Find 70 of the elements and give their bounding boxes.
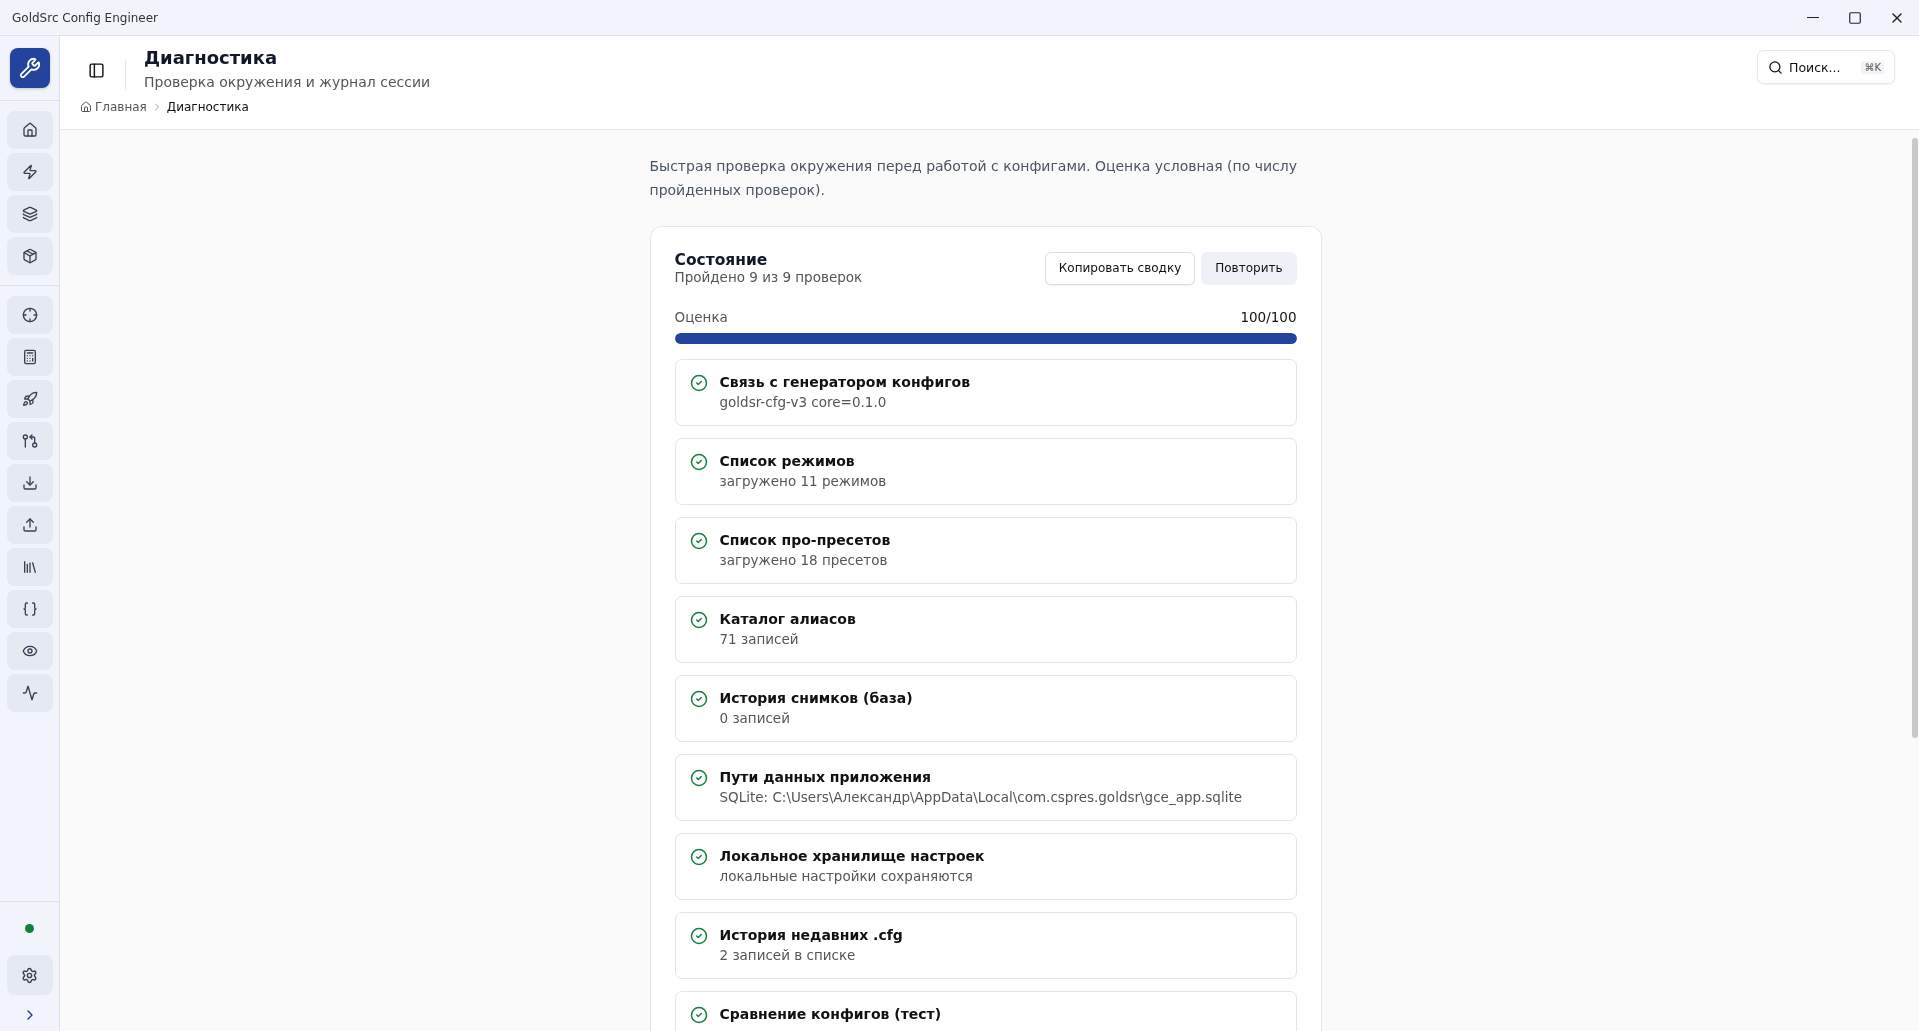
breadcrumb-label: Главная <box>95 100 147 114</box>
library-nav-button[interactable] <box>6 548 53 586</box>
check-title: Локальное хранилище настроек <box>719 848 985 864</box>
lightning-nav-button[interactable] <box>6 153 53 191</box>
eye-nav-button[interactable] <box>6 632 53 670</box>
crosshair-icon <box>21 307 38 323</box>
home-icon <box>21 122 38 138</box>
crosshair-nav-button[interactable] <box>6 296 53 334</box>
minimize-icon <box>1807 16 1819 19</box>
maximize-icon <box>1848 10 1862 25</box>
card-title: Состояние <box>674 251 769 269</box>
page-title: Диагностика <box>144 46 279 70</box>
window-title: GoldSrc Config Engineer <box>12 10 160 25</box>
braces-nav-button[interactable] <box>6 590 53 628</box>
branch-icon <box>21 433 38 449</box>
check-detail: загружено 11 режимов <box>719 473 887 489</box>
check-detail: goldsr-cfg-v3 core=0.1.0 <box>719 394 888 410</box>
check-detail: 2 записей в списке <box>719 947 857 963</box>
check-title: Связь с генератором конфигов <box>719 374 971 390</box>
search-button[interactable]: Поиск... ⌘K <box>1757 50 1895 84</box>
check-detail: 71 записей <box>719 631 800 647</box>
download-icon <box>21 475 38 491</box>
card-summary: Пройдено 9 из 9 проверок <box>674 269 864 285</box>
activity-nav-button[interactable] <box>6 674 53 712</box>
logo[interactable] <box>9 48 50 88</box>
panel-icon <box>88 62 105 79</box>
retry-button[interactable]: Повторить <box>1201 251 1297 285</box>
check-detail: загружено 18 пресетов <box>719 552 889 568</box>
lightning-icon <box>21 164 38 180</box>
intro-text: Быстрая проверка окружения перед работой с конфигами. Оценка условная (по числу пройденных проверок). <box>649 157 1299 200</box>
branch-nav-button[interactable] <box>6 422 53 460</box>
home-icon <box>80 101 92 113</box>
library-icon <box>21 559 38 575</box>
rocket-nav-button[interactable] <box>6 380 53 418</box>
settings-icon <box>21 966 38 984</box>
layers-nav-button[interactable] <box>6 195 53 233</box>
box-nav-button[interactable] <box>6 237 53 275</box>
check-title: Каталог алиасов <box>719 611 856 627</box>
calculator-nav-button[interactable] <box>6 338 53 376</box>
copy-button[interactable]: Копировать сводку <box>1044 251 1196 285</box>
upload-nav-button[interactable] <box>6 506 53 544</box>
score-label: Оценка <box>674 309 728 325</box>
calculator-icon <box>21 349 38 365</box>
check-title: Список режимов <box>719 453 856 469</box>
check-detail: локальные настройки сохраняются <box>719 868 974 884</box>
activity-icon <box>21 685 38 701</box>
score-value: 100/100 <box>1240 309 1297 325</box>
check-title: Пути данных приложения <box>719 769 933 785</box>
scrollbar-thumb[interactable] <box>1912 138 1918 738</box>
rocket-icon <box>21 391 38 407</box>
upload-icon <box>21 517 38 533</box>
check-title: Сравнение конфигов (тест) <box>719 1006 942 1022</box>
page-subtitle: Проверка окружения и журнал сессии <box>144 74 432 90</box>
breadcrumb-link[interactable]: Главная <box>80 100 147 114</box>
search-icon <box>1768 59 1783 75</box>
settings-button[interactable] <box>6 955 53 995</box>
check-title: История снимков (база) <box>719 690 913 706</box>
check-title: История недавних .cfg <box>719 927 903 943</box>
check-detail: SQLite: C:\Users\Александр\AppData\Local\com.cspres.goldsr\gce_app.sqlite <box>719 789 1243 805</box>
breadcrumb-current: Диагностика <box>166 100 249 114</box>
eye-icon <box>21 643 38 659</box>
wrench-icon <box>18 57 41 79</box>
layers-icon <box>21 206 38 222</box>
shortcut-hint: ⌘K <box>1861 60 1884 74</box>
check-title: Список про-пресетов <box>719 532 891 548</box>
home-nav-button[interactable] <box>6 111 53 149</box>
box-icon <box>21 248 38 264</box>
download-nav-button[interactable] <box>6 464 53 502</box>
check-detail: 0 записей <box>719 710 791 726</box>
braces-icon <box>21 601 38 617</box>
